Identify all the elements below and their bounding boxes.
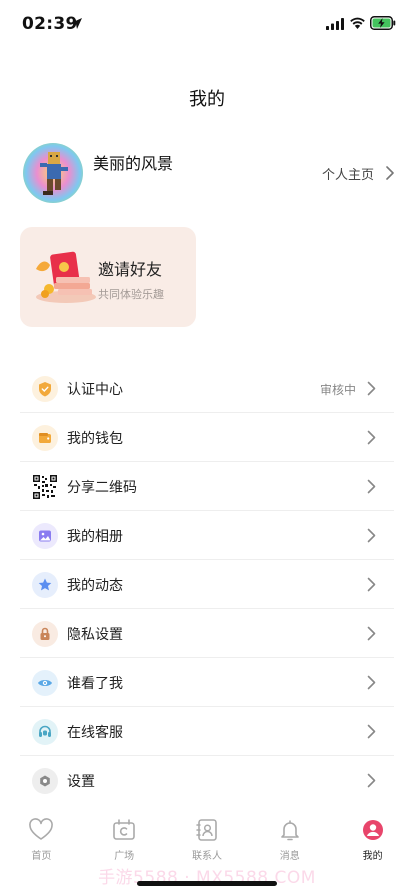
profile-nickname: 美丽的风景 xyxy=(93,154,174,173)
bottom-tab-bar: 首页 广场 联系人 消息 我的 xyxy=(0,810,414,870)
tab-square[interactable]: 广场 xyxy=(83,810,166,870)
tab-profile[interactable]: 我的 xyxy=(331,810,414,870)
bell-icon xyxy=(280,820,299,841)
menu-item-label: 设置 xyxy=(67,774,95,790)
chevron-right-icon xyxy=(367,724,376,739)
wifi-icon xyxy=(350,17,365,29)
chevron-right-icon xyxy=(367,626,376,641)
red-envelope-icon xyxy=(36,251,96,303)
headset-icon xyxy=(32,719,58,745)
menu-item-certification[interactable]: 认证中心 审核中 xyxy=(20,364,394,413)
star-icon xyxy=(32,572,58,598)
tab-label: 联系人 xyxy=(191,851,222,862)
tab-label: 首页 xyxy=(31,851,52,862)
home-indicator xyxy=(137,881,277,886)
menu-item-visitors[interactable]: 谁看了我 xyxy=(20,658,394,707)
chevron-right-icon xyxy=(367,577,376,592)
tab-contacts[interactable]: 联系人 xyxy=(166,810,249,870)
wallet-icon xyxy=(32,425,58,451)
chevron-right-icon xyxy=(367,430,376,445)
menu-item-settings[interactable]: 设置 xyxy=(20,756,394,805)
lock-icon xyxy=(32,621,58,647)
menu-item-share-qr[interactable]: 分享二维码 xyxy=(20,462,394,511)
menu-item-label: 在线客服 xyxy=(67,725,123,741)
menu-item-label: 谁看了我 xyxy=(67,676,123,692)
chevron-right-icon xyxy=(367,773,376,788)
menu-item-label: 我的动态 xyxy=(67,578,123,594)
battery-charging-icon xyxy=(370,16,396,30)
qr-code-icon xyxy=(32,474,58,500)
tab-home[interactable]: 首页 xyxy=(0,810,83,870)
avatar[interactable] xyxy=(23,143,83,203)
tab-label: 我的 xyxy=(362,851,383,862)
square-icon xyxy=(113,819,135,840)
menu-item-wallet[interactable]: 我的钱包 xyxy=(20,413,394,462)
menu-item-moments[interactable]: 我的动态 xyxy=(20,560,394,609)
status-badge: 审核中 xyxy=(319,383,356,397)
cellular-signal-icon xyxy=(326,18,344,30)
menu-item-label: 我的钱包 xyxy=(67,431,123,447)
menu-item-label: 隐私设置 xyxy=(67,627,123,643)
avatar-image xyxy=(23,143,83,203)
certification-shield-icon xyxy=(32,376,58,402)
homepage-label: 个人主页 xyxy=(321,167,374,183)
invite-friends-card[interactable]: 邀请好友 共同体验乐趣 xyxy=(20,227,196,327)
profile-icon xyxy=(362,820,383,840)
tab-label: 消息 xyxy=(279,851,300,862)
menu-item-label: 认证中心 xyxy=(67,382,123,398)
eye-icon xyxy=(32,670,58,696)
homepage-link[interactable]: 个人主页 xyxy=(322,163,394,183)
chevron-right-icon xyxy=(367,528,376,543)
invite-title: 邀请好友 xyxy=(98,260,163,279)
location-arrow-icon xyxy=(71,18,82,29)
tab-messages[interactable]: 消息 xyxy=(248,810,331,870)
page-title: 我的 xyxy=(189,89,225,110)
chevron-right-icon xyxy=(367,675,376,690)
status-bar: 02:39 xyxy=(0,0,414,48)
chevron-right-icon xyxy=(367,381,376,396)
menu-item-privacy[interactable]: 隐私设置 xyxy=(20,609,394,658)
menu-item-label: 分享二维码 xyxy=(67,480,137,496)
contacts-icon xyxy=(196,819,217,841)
album-icon xyxy=(32,523,58,549)
invite-subtitle: 共同体验乐趣 xyxy=(98,288,164,301)
settings-menu: 认证中心 审核中 我的钱包 分享二维码 我的相册 我的动态 隐私设置 谁看了我 … xyxy=(20,364,394,805)
menu-item-customer-service[interactable]: 在线客服 xyxy=(20,707,394,756)
heart-icon xyxy=(29,818,54,840)
menu-item-album[interactable]: 我的相册 xyxy=(20,511,394,560)
chevron-right-icon xyxy=(367,479,376,494)
menu-item-label: 我的相册 xyxy=(67,529,123,545)
chevron-right-icon xyxy=(386,166,394,180)
tab-label: 广场 xyxy=(114,851,135,862)
gear-icon xyxy=(32,768,58,794)
